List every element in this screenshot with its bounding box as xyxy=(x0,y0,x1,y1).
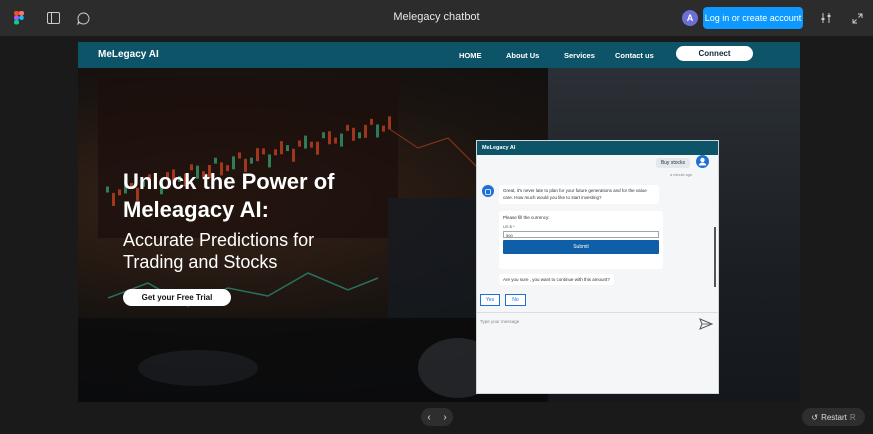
login-button[interactable]: Log in or create account xyxy=(703,7,803,29)
nav-about[interactable]: About Us xyxy=(506,51,539,60)
hero-headline-line-1: Unlock the Power of xyxy=(123,169,335,194)
chat-widget: MeLegacy AI Buy stocks a minute ago Grea… xyxy=(476,140,719,394)
currency-form: Please fill the currency: US $ * 500 Sub… xyxy=(499,211,663,269)
hero-headline-line-2: Meleagacy AI: xyxy=(123,197,269,222)
nav-contact[interactable]: Contact us xyxy=(615,51,654,60)
connect-button[interactable]: Connect xyxy=(676,46,753,61)
frame-navigation: ‹ › xyxy=(421,408,453,426)
settings-sliders-icon[interactable] xyxy=(817,9,835,27)
avatar[interactable]: A xyxy=(682,10,698,26)
currency-label: US $ * xyxy=(503,224,515,229)
user-avatar-icon xyxy=(696,155,709,168)
confirm-message: Are you sure , you want to continue with… xyxy=(499,274,614,285)
site-brand[interactable]: MeLegacy AI xyxy=(98,49,159,60)
message-timestamp: a minute ago xyxy=(670,173,692,177)
hero-subheadline: Accurate Predictions for Trading and Sto… xyxy=(123,229,383,273)
chat-scrollbar[interactable] xyxy=(714,227,716,287)
prev-frame-button[interactable]: ‹ xyxy=(427,412,430,423)
submit-button[interactable]: Submit xyxy=(503,240,659,254)
hero-headline: Unlock the Power of Meleagacy AI: xyxy=(123,168,383,224)
top-bar: Melegacy chatbot A Log in or create acco… xyxy=(0,0,873,36)
yes-button[interactable]: Yes xyxy=(480,294,500,306)
nav-services[interactable]: Services xyxy=(564,51,595,60)
form-label: Please fill the currency: xyxy=(503,215,550,220)
hero-sub-line-1: Accurate Predictions for xyxy=(123,230,315,250)
no-button[interactable]: No xyxy=(505,294,526,306)
chat-input-row: Type your message xyxy=(477,312,718,335)
expand-icon[interactable] xyxy=(848,9,866,27)
free-trial-button[interactable]: Get your Free Trial xyxy=(123,289,231,306)
send-icon[interactable] xyxy=(699,317,714,335)
amount-field[interactable]: 500 xyxy=(503,231,659,238)
restart-icon: ↺ xyxy=(811,412,819,422)
next-frame-button[interactable]: › xyxy=(443,412,446,423)
nav-home[interactable]: HOME xyxy=(459,51,482,60)
chat-header: MeLegacy AI xyxy=(477,141,718,155)
restart-label: Restart xyxy=(821,412,847,422)
restart-button[interactable]: ↺ Restart R xyxy=(802,408,865,426)
site-navbar: MeLegacy AI HOME About Us Services Conta… xyxy=(78,42,800,68)
bot-message: Great, it's never late to plan for your … xyxy=(499,185,659,204)
hero-sub-line-2: Trading and Stocks xyxy=(123,252,278,272)
restart-shortcut: R xyxy=(849,412,856,422)
user-message: Buy stocks xyxy=(655,158,690,168)
bot-avatar-icon xyxy=(482,185,494,197)
chat-input[interactable]: Type your message xyxy=(480,319,519,324)
